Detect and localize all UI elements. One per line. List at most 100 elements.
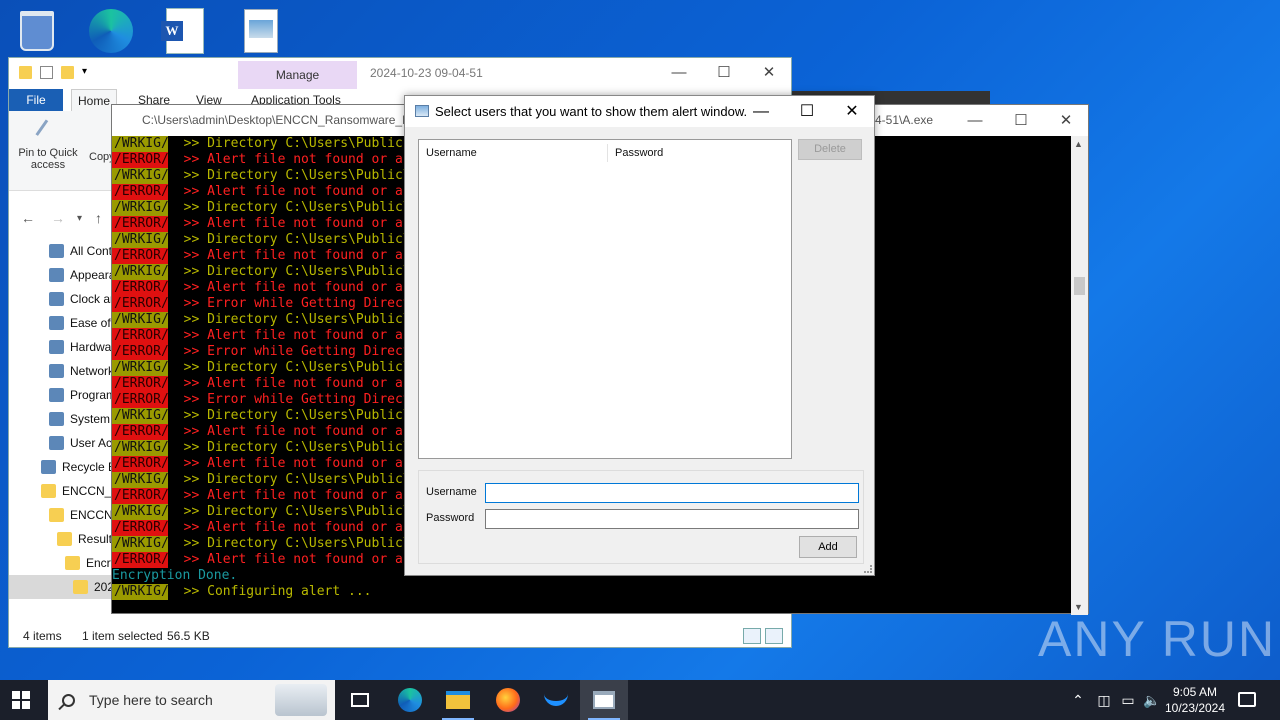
log-tag-error: /ERROR/	[112, 424, 169, 440]
network-icon[interactable]: ▭	[1118, 680, 1138, 720]
close-icon[interactable]: ✕	[746, 58, 792, 88]
log-message: >> Directory C:\Users\Public\	[183, 264, 411, 279]
pin-to-quick-access-button[interactable]: Pin to Quick access	[15, 119, 81, 171]
tree-item[interactable]: Result	[57, 527, 112, 551]
log-tag-error: /ERROR/	[112, 520, 169, 536]
taskbar-firefox[interactable]	[484, 680, 532, 720]
tab-file[interactable]: File	[9, 89, 63, 111]
start-button[interactable]	[12, 691, 30, 709]
scroll-up-icon[interactable]: ▲	[1074, 139, 1083, 149]
item-count: 4 items	[23, 629, 62, 643]
log-tag-error: /ERROR/	[112, 344, 169, 360]
chevron-down-icon[interactable]: ▾	[82, 66, 87, 79]
log-message: >> Alert file not found or ac	[183, 152, 411, 167]
tree-item[interactable]: Program	[49, 383, 116, 407]
minimize-icon[interactable]: —	[952, 105, 998, 136]
resize-grip[interactable]	[864, 565, 872, 573]
tree-item[interactable]: ENCCN_R	[41, 479, 120, 503]
back-arrow-icon[interactable]: ←	[21, 210, 35, 226]
taskbar-anyrun[interactable]	[532, 680, 580, 720]
log-message: >> Alert file not found or ac	[183, 488, 411, 503]
folder-icon	[41, 484, 56, 498]
tree-item[interactable]: User Acc	[49, 431, 118, 455]
console-line: /WRKIG/ >> Directory C:\Users\Public\	[112, 536, 411, 552]
tree-item-selected[interactable]: 202	[9, 575, 113, 599]
console-done-line: Encryption Done.	[112, 568, 238, 583]
scroll-thumb[interactable]	[1074, 277, 1085, 295]
image-file-icon[interactable]	[236, 6, 286, 56]
system-clock[interactable]: 9:05 AM 10/23/2024	[1160, 684, 1230, 716]
taskbar: Type here to search ⌃ ◫ ▭ 🔈 9:05 AM 10/2…	[0, 680, 1280, 720]
security-icon[interactable]: ◫	[1094, 680, 1114, 720]
taskbar-edge[interactable]	[386, 680, 434, 720]
close-icon[interactable]: ✕	[829, 96, 875, 127]
add-button[interactable]: Add	[799, 536, 857, 558]
select-users-dialog: Select users that you want to show them …	[404, 95, 875, 576]
task-view-button[interactable]	[336, 680, 384, 720]
tree-item[interactable]: Hardwa	[49, 335, 111, 359]
password-field[interactable]	[485, 509, 859, 529]
forward-arrow-icon[interactable]: →	[51, 210, 65, 226]
console-scrollbar[interactable]: ▲ ▼	[1071, 136, 1088, 615]
log-message: >> Directory C:\Users\Public\	[183, 168, 411, 183]
log-tag-warn: /WRKIG/	[112, 584, 169, 600]
console-line: /ERROR/ >> Error while Getting Direct	[112, 392, 411, 408]
taskbar-console[interactable]	[580, 680, 628, 720]
close-icon[interactable]: ✕	[1043, 105, 1089, 136]
log-tag-warn: /WRKIG/	[112, 136, 169, 152]
new-folder-icon[interactable]	[61, 66, 74, 79]
taskbar-search[interactable]: Type here to search	[48, 680, 335, 720]
details-view-icon[interactable]	[743, 628, 761, 644]
folder-icon[interactable]	[19, 66, 32, 79]
programs-icon	[49, 388, 64, 402]
console-line: /ERROR/ >> Alert file not found or ac	[112, 280, 411, 296]
tree-item[interactable]: Encry	[65, 551, 117, 575]
word-document-icon[interactable]: W	[160, 6, 210, 56]
large-icons-view-icon[interactable]	[765, 628, 783, 644]
log-tag-warn: /WRKIG/	[112, 504, 169, 520]
recent-chevron-icon[interactable]: ▾	[77, 213, 82, 224]
console-line: /WRKIG/ >> Directory C:\Users\Public\	[112, 440, 411, 456]
console-line: /ERROR/ >> Alert file not found or ac	[112, 184, 411, 200]
minimize-icon[interactable]: —	[738, 96, 784, 127]
tree-item[interactable]: ENCCN	[49, 503, 113, 527]
tree-item[interactable]: Recycle B	[41, 455, 116, 479]
log-tag-warn: /WRKIG/	[112, 408, 169, 424]
log-message: >> Directory C:\Users\Public\	[183, 440, 411, 455]
console-line: /ERROR/ >> Alert file not found or ac	[112, 456, 411, 472]
tree-item[interactable]: Clock ar	[49, 287, 114, 311]
taskbar-file-explorer[interactable]	[434, 680, 482, 720]
maximize-icon[interactable]: ☐	[998, 105, 1044, 136]
recycle-bin-icon[interactable]	[12, 6, 62, 56]
console-icon	[593, 691, 615, 709]
volume-icon[interactable]: 🔈	[1142, 680, 1162, 720]
username-field[interactable]	[485, 483, 859, 503]
maximize-icon[interactable]: ☐	[784, 96, 830, 127]
show-hidden-icons-chevron-up-icon[interactable]: ⌃	[1068, 680, 1088, 720]
tree-item[interactable]: System	[49, 407, 110, 431]
list-header: Username Password	[419, 140, 791, 164]
column-header-password[interactable]: Password	[607, 144, 793, 162]
console-line: /WRKIG/ >> Directory C:\Users\Public\	[112, 504, 411, 520]
notification-icon[interactable]	[1238, 692, 1256, 707]
up-arrow-icon[interactable]: ↑	[95, 210, 102, 226]
console-line: /WRKIG/ >> Directory C:\Users\Public\	[112, 232, 411, 248]
log-message: >> Configuring alert ...	[183, 584, 372, 599]
tree-item[interactable]: Network	[49, 359, 114, 383]
maximize-icon[interactable]: ☐	[701, 58, 747, 88]
tree-item[interactable]: All Cont	[49, 239, 112, 263]
log-tag-warn: /WRKIG/	[112, 200, 169, 216]
minimize-icon[interactable]: —	[656, 58, 702, 88]
clock-date: 10/23/2024	[1164, 701, 1226, 715]
search-placeholder: Type here to search	[89, 692, 213, 708]
tab-manage[interactable]: Manage	[238, 61, 357, 89]
log-message: >> Directory C:\Users\Public	[183, 136, 403, 151]
system-icon	[49, 412, 64, 426]
navigation-bar: ← → ▾ ↑	[9, 208, 119, 232]
edge-desktop-icon[interactable]	[86, 6, 136, 56]
properties-icon[interactable]	[40, 66, 53, 79]
users-list[interactable]: Username Password	[418, 139, 792, 459]
column-header-username[interactable]: Username	[419, 144, 607, 162]
delete-button[interactable]: Delete	[798, 139, 862, 160]
tree-item[interactable]: Appeara	[49, 263, 115, 287]
